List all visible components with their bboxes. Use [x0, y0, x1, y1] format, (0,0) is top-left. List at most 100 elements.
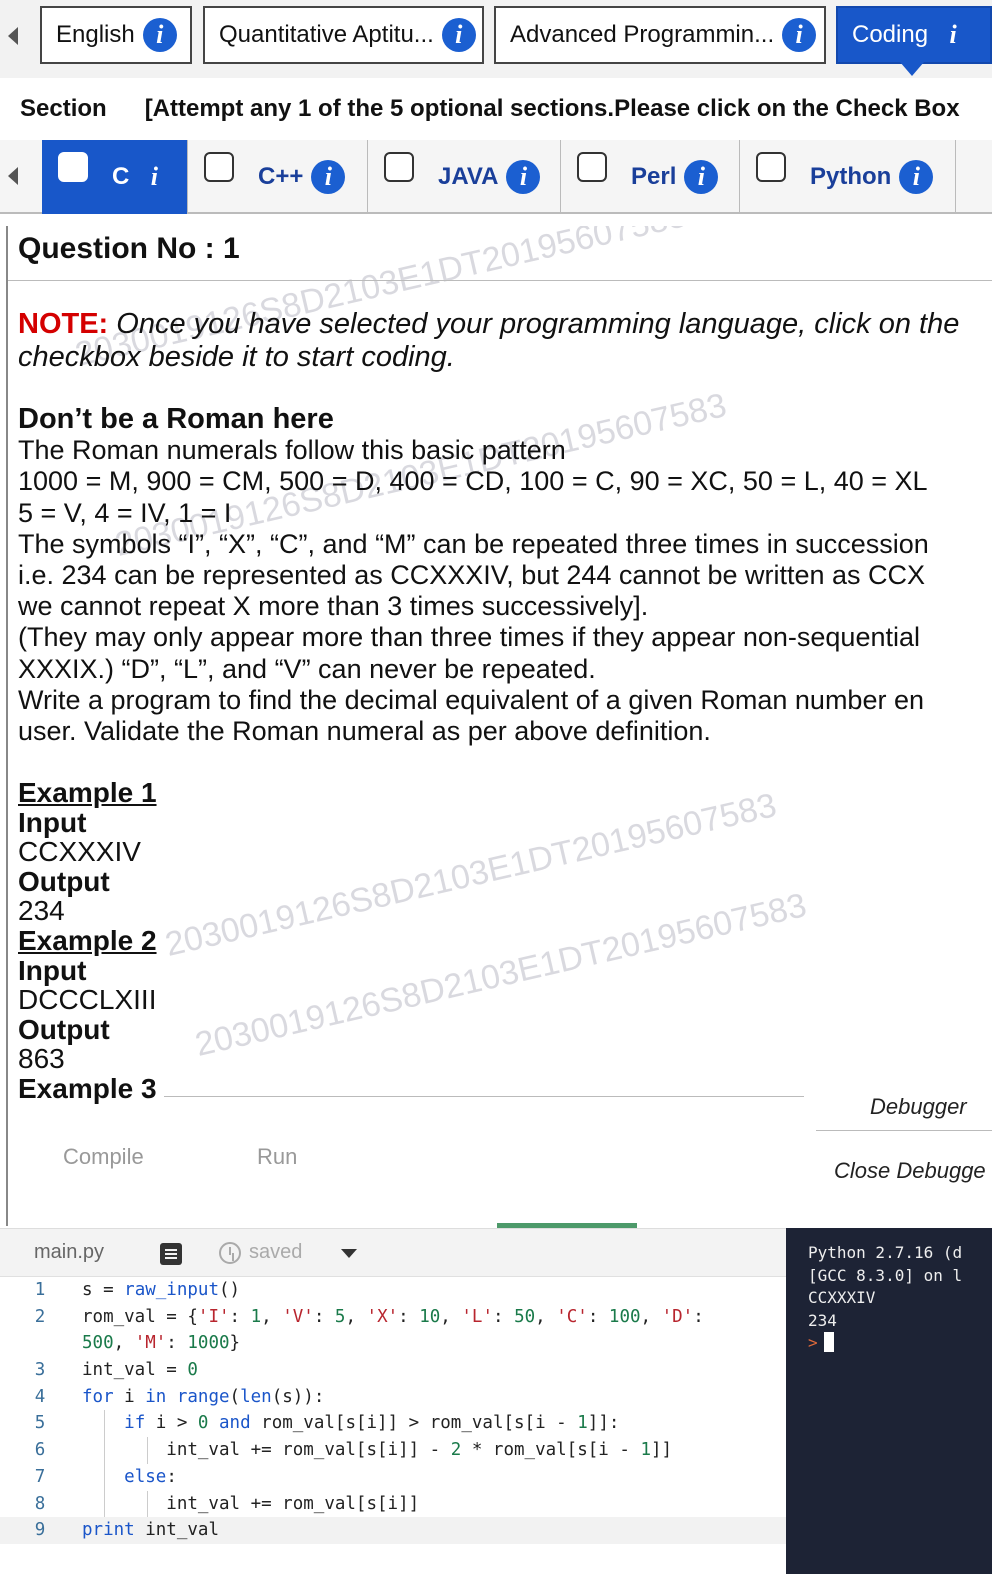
language-tabs-bar: C i C++ i JAVA i Perl i Python i	[0, 140, 992, 214]
coding-note: NOTE: Once you have selected your progra…	[18, 308, 992, 374]
info-icon[interactable]: i	[441, 18, 476, 52]
info-icon[interactable]: i	[142, 18, 177, 52]
indent-guide	[104, 1410, 105, 1438]
code-line[interactable]: 3 int_val = 0	[0, 1357, 786, 1384]
note-prefix: NOTE:	[18, 308, 109, 340]
note-text-line2: checkbox beside it to start coding.	[18, 341, 455, 373]
indent-guide	[104, 1490, 105, 1518]
code-text: rom_val = {'I': 1, 'V': 5, 'X': 10, 'L':…	[82, 1306, 704, 1354]
run-button[interactable]: Run	[257, 1144, 297, 1170]
example-input: CCXXXIV	[18, 836, 141, 868]
language-checkbox[interactable]	[577, 152, 607, 182]
editor-toolbar: main.py saved	[0, 1229, 786, 1277]
language-checkbox[interactable]	[58, 152, 88, 182]
console-line: 234	[808, 1310, 837, 1330]
code-line[interactable]: 5 if i > 0 and rom_val[s[i]] > rom_val[s…	[0, 1410, 786, 1438]
code-line[interactable]: 7 else:	[0, 1463, 786, 1491]
problem-line: 1000 = M, 900 = CM, 500 = D, 400 = CD, 1…	[18, 466, 928, 497]
section-instruction-row: Section [Attempt any 1 of the 5 optional…	[0, 78, 992, 140]
info-icon[interactable]: i	[684, 160, 719, 194]
info-icon[interactable]: i	[311, 160, 346, 194]
info-icon[interactable]: i	[782, 18, 817, 52]
example-input: DCCCLXIII	[18, 984, 157, 1016]
code-text: int_val += rom_val[s[i]]	[82, 1493, 420, 1514]
console-line: CCXXXIV	[808, 1288, 876, 1307]
section-tab-quantitative[interactable]: Quantitative Aptitu... i	[203, 6, 484, 64]
indent-guide	[104, 1463, 105, 1491]
console-prompt: >	[808, 1333, 818, 1352]
language-checkbox[interactable]	[756, 152, 786, 182]
language-checkbox[interactable]	[204, 152, 234, 182]
question-number: Question No : 1	[18, 232, 240, 265]
text-cursor	[823, 1332, 834, 1352]
code-line[interactable]: 8 int_val += rom_val[s[i]]	[0, 1490, 786, 1518]
problem-line: i.e. 234 can be represented as CCXXXIV, …	[18, 560, 926, 591]
file-tab[interactable]: main.py	[34, 1241, 104, 1264]
problem-line: Write a program to find the decimal equi…	[18, 684, 924, 715]
output-console[interactable]: Python 2.7.16 (d [GCC 8.3.0] on l CCXXXIV 2…	[786, 1228, 992, 1574]
divider	[164, 1096, 804, 1097]
watermark: 2030019126S8D2103E1DT2019560758​3	[161, 786, 780, 964]
info-icon[interactable]: i	[936, 18, 970, 52]
code-text: else:	[124, 1466, 177, 1487]
problem-line: The symbols “I”, “X”, “C”, and “M” can b…	[18, 528, 929, 559]
resize-handle[interactable]	[497, 1223, 637, 1228]
language-tab-cpp[interactable]: C++ i	[188, 140, 368, 214]
language-label: C++	[258, 163, 304, 190]
language-label: Perl	[631, 163, 677, 190]
line-number: 2	[34, 1306, 46, 1327]
section-tabs-bar: English i Quantitative Aptitu... i Advan…	[0, 0, 992, 78]
language-tab-python[interactable]: Python i	[740, 140, 956, 214]
line-number: 8	[34, 1493, 46, 1514]
language-tab-java[interactable]: JAVA i	[368, 140, 561, 214]
watermark: 2030019126S8D2103E1DT2019560758​3	[191, 886, 810, 1064]
code-text: for i in range(len(s)):	[82, 1386, 325, 1407]
language-tab-perl[interactable]: Perl i	[561, 140, 740, 214]
problem-line: XXXIX.) “D”, “L”, and “V” can never be r…	[18, 653, 596, 684]
document-icon[interactable]	[160, 1243, 182, 1265]
section-tab-coding[interactable]: Coding i	[836, 6, 992, 76]
code-line[interactable]: 4 for i in range(len(s)):	[0, 1384, 786, 1411]
close-debugger-button[interactable]: Close Debugge	[834, 1158, 986, 1184]
code-text: print int_val	[82, 1520, 219, 1541]
code-line[interactable]: 6 int_val += rom_val[s[i]] - 2 * rom_val…	[0, 1437, 786, 1464]
examples: Example 1 Input CCXXXIV Output 234 Examp…	[18, 778, 157, 1104]
indent-guide	[104, 1437, 105, 1464]
problem-line: The Roman numerals follow this basic pat…	[18, 435, 566, 466]
chevron-down-icon[interactable]	[341, 1249, 357, 1258]
example-output: 863	[18, 1043, 65, 1075]
console-prompt-line[interactable]: >	[808, 1332, 992, 1355]
history-icon	[219, 1242, 241, 1264]
example-output-label: Output	[18, 1013, 110, 1045]
language-checkbox[interactable]	[384, 152, 414, 182]
divider	[8, 280, 992, 281]
question-panel[interactable]: 2030019126S8D2103E1DT2019560758​3 203001…	[6, 226, 992, 1226]
info-icon[interactable]: i	[137, 160, 171, 194]
code-line[interactable]: 2 rom_val = {'I': 1, 'V': 5, 'X': 10, 'L'…	[0, 1304, 786, 1357]
info-icon[interactable]: i	[899, 160, 934, 194]
example-title: Example 1	[18, 777, 157, 808]
problem-statement: Don’t be a Roman here The Roman numerals…	[18, 403, 992, 747]
scroll-left-arrow-icon[interactable]	[8, 27, 18, 45]
code-lines[interactable]: 1 s = raw_input() 2 rom_val = {'I': 1, 'V':…	[0, 1277, 786, 1544]
section-instruction: [Attempt any 1 of the 5 optional section…	[144, 95, 960, 122]
code-line[interactable]: 1 s = raw_input()	[0, 1277, 786, 1304]
problem-title: Don’t be a Roman here	[18, 403, 334, 435]
language-tab-c[interactable]: C i	[42, 140, 188, 214]
section-tab-advanced-programming[interactable]: Advanced Programmin... i	[494, 6, 826, 64]
language-label: C	[112, 163, 130, 190]
section-tab-english[interactable]: English i	[40, 6, 192, 64]
code-editor[interactable]: main.py saved 1 s = raw_input() 2 rom_val =…	[0, 1223, 786, 1574]
scroll-left-arrow-icon[interactable]	[8, 167, 18, 185]
debugger-button[interactable]: Debugger	[870, 1094, 967, 1120]
example-input-label: Input	[18, 954, 87, 986]
compile-button[interactable]: Compile	[63, 1144, 144, 1170]
info-icon[interactable]: i	[506, 160, 541, 194]
example-output: 234	[18, 895, 65, 927]
line-number: 5	[34, 1413, 46, 1434]
indent-guide	[147, 1437, 148, 1464]
section-tab-label: Quantitative Aptitu...	[219, 21, 434, 48]
section-tab-label: Advanced Programmin...	[510, 21, 775, 48]
line-number: 4	[34, 1386, 46, 1407]
code-line[interactable]: 9 print int_val	[0, 1517, 786, 1544]
